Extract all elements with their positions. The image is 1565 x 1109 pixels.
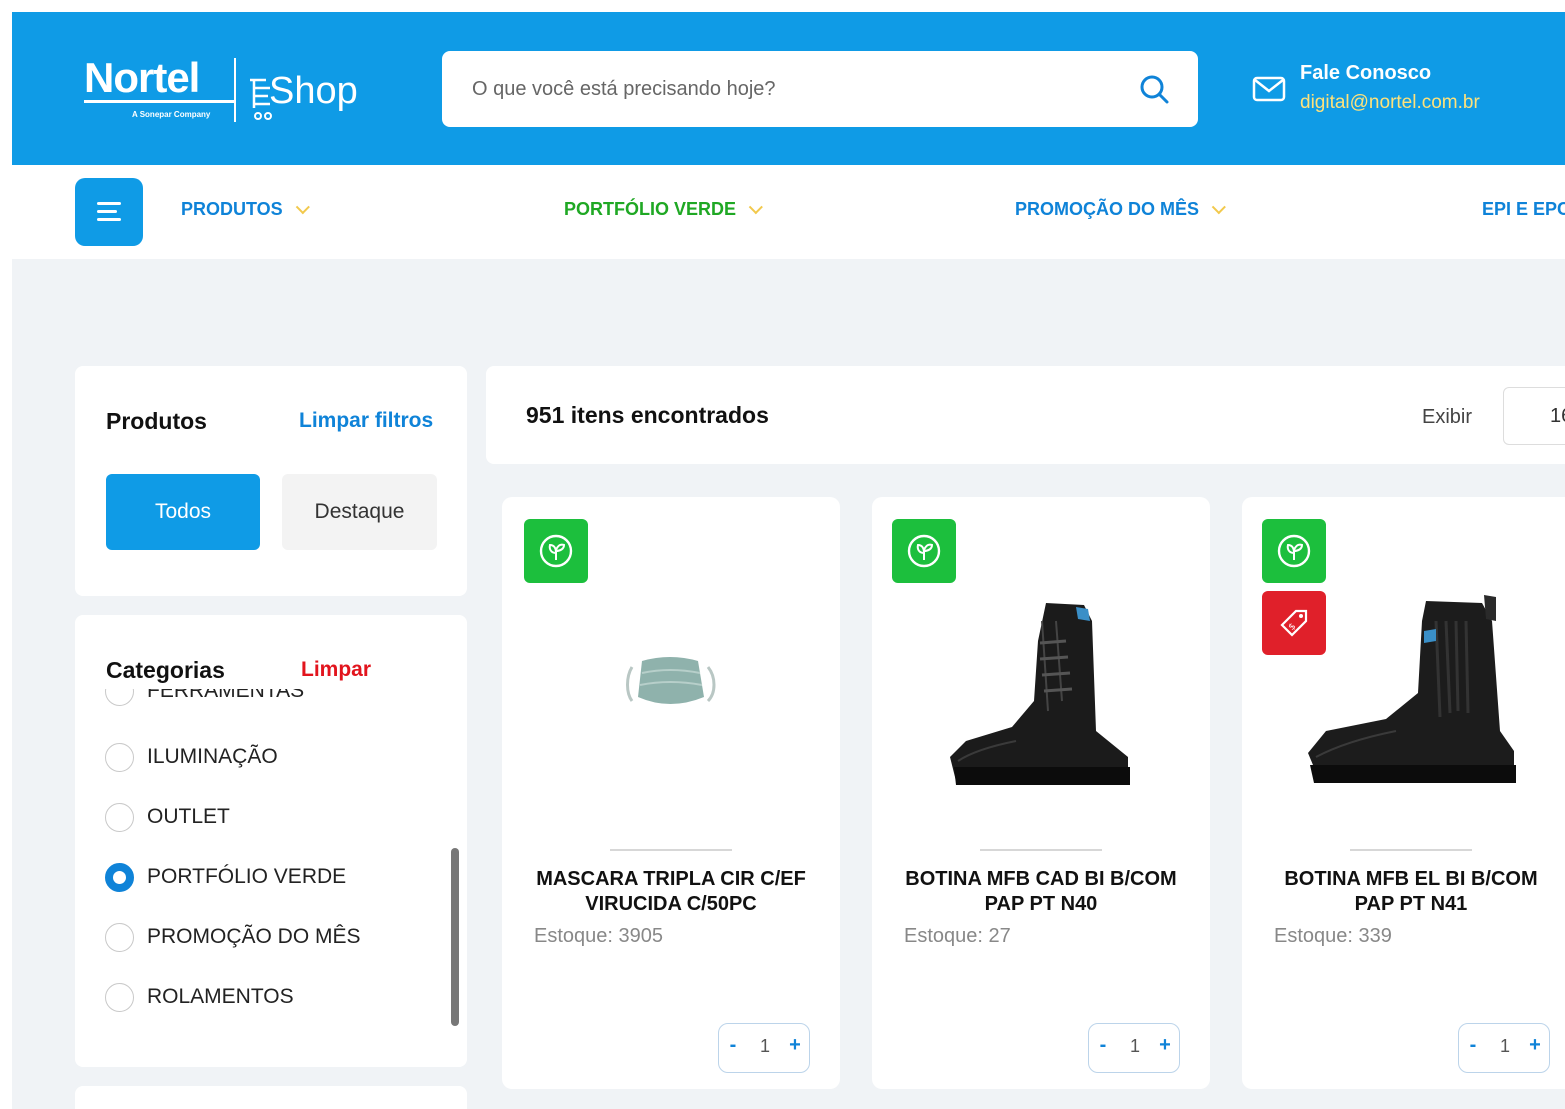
nav-item-produtos[interactable]: PRODUTOS — [181, 199, 310, 220]
product-filter-panel: Produtos Limpar filtros Todos Destaque — [75, 366, 467, 596]
face-mask-image — [626, 657, 716, 704]
nav-item-promocao-do-mes[interactable]: PROMOÇÃO DO MÊS — [1015, 199, 1226, 220]
leaf-icon — [907, 534, 941, 568]
green-portfolio-badge — [524, 519, 588, 583]
results-bar: 951 itens encontrados Exibir 16 — [486, 366, 1565, 464]
chevron-down-icon — [748, 200, 763, 215]
decrease-quantity-button[interactable]: - — [1463, 1034, 1483, 1062]
menu-bar — [97, 202, 121, 205]
leaf-icon — [1277, 534, 1311, 568]
category-label: PROMOÇÃO DO MÊS — [147, 925, 361, 948]
decrease-quantity-button[interactable]: - — [723, 1034, 743, 1062]
category-list: FERRAMENTAS ILUMINAÇÃO OUTLET PORTFÓLIO … — [105, 689, 465, 1047]
quantity-value[interactable]: 1 — [1123, 1036, 1147, 1057]
menu-bar — [97, 218, 121, 221]
chevron-down-icon — [295, 200, 310, 215]
quantity-value[interactable]: 1 — [1493, 1036, 1517, 1057]
category-item-rolamentos[interactable]: ROLAMENTOS — [105, 977, 445, 1017]
page-frame: Nortel A Sonepar Company Shop Fale — [12, 12, 1565, 1109]
logo-divider — [234, 58, 236, 122]
nav-item-portfolio-verde[interactable]: PORTFÓLIO VERDE — [564, 199, 763, 220]
product-stock: Estoque: 27 — [904, 925, 1011, 947]
nav-item-epi-e-epc[interactable]: EPI E EPC — [1482, 199, 1565, 220]
next-filter-panel — [75, 1086, 467, 1109]
segment-todos-button[interactable]: Todos — [106, 474, 260, 550]
card-divider — [610, 849, 732, 851]
card-divider — [1350, 849, 1472, 851]
quantity-value[interactable]: 1 — [753, 1036, 777, 1057]
category-item-outlet[interactable]: OUTLET — [105, 797, 445, 837]
radio-button[interactable] — [105, 983, 134, 1012]
product-name[interactable]: MASCARA TRIPLA CIR C/EF VIRUCIDA C/50PC — [522, 867, 820, 917]
contact-title: Fale Conosco — [1300, 62, 1432, 84]
radio-button[interactable] — [105, 743, 134, 772]
radio-button-selected[interactable] — [105, 863, 134, 892]
results-count: 951 itens encontrados — [526, 402, 769, 428]
mail-icon — [1252, 76, 1286, 102]
nav-label: PRODUTOS — [181, 199, 283, 219]
product-stock: Estoque: 3905 — [534, 925, 663, 947]
clear-filters-link[interactable]: Limpar filtros — [299, 409, 433, 433]
search-input[interactable] — [472, 51, 1112, 127]
radio-button[interactable] — [105, 923, 134, 952]
nav-label: PORTFÓLIO VERDE — [564, 199, 737, 219]
categories-title: Categorias — [106, 657, 225, 683]
main-nav: PRODUTOS PORTFÓLIO VERDE PROMOÇÃO DO MÊS… — [12, 165, 1565, 259]
quantity-stepper: - 1 + — [718, 1023, 810, 1073]
product-name[interactable]: BOTINA MFB CAD BI B/COM PAP PT N40 — [892, 867, 1190, 917]
category-label: OUTLET — [147, 805, 230, 828]
per-page-label: Exibir — [1422, 406, 1473, 428]
segment-destaque-button[interactable]: Destaque — [282, 474, 437, 550]
clear-categories-link[interactable]: Limpar — [301, 658, 371, 682]
logo-tagline: A Sonepar Company — [132, 110, 211, 119]
product-card[interactable]: BOTINA MFB CAD BI B/COM PAP PT N40 Estoq… — [872, 497, 1210, 1089]
category-item-iluminacao[interactable]: ILUMINAÇÃO — [105, 737, 445, 777]
contact-email-link[interactable]: digital@nortel.com.br — [1300, 92, 1480, 114]
category-label: ILUMINAÇÃO — [147, 745, 278, 768]
nav-label: EPI E EPC — [1482, 199, 1565, 219]
logo-shop-text: Shop — [269, 70, 358, 112]
radio-button[interactable] — [105, 689, 134, 706]
category-item-ferramentas[interactable]: FERRAMENTAS — [105, 689, 445, 711]
green-portfolio-badge — [1262, 519, 1326, 583]
product-card[interactable]: $ BOTINA MFB EL BI B/COM PAP PT N41 Esto… — [1242, 497, 1565, 1089]
green-portfolio-badge — [892, 519, 956, 583]
category-label: PORTFÓLIO VERDE — [147, 865, 347, 888]
search-box — [442, 51, 1198, 127]
contact-block[interactable]: Fale Conosco digital@nortel.com.br — [1252, 60, 1552, 120]
decrease-quantity-button[interactable]: - — [1093, 1034, 1113, 1062]
product-card[interactable]: MASCARA TRIPLA CIR C/EF VIRUCIDA C/50PC … — [502, 497, 840, 1089]
quantity-stepper: - 1 + — [1088, 1023, 1180, 1073]
category-label: FERRAMENTAS — [147, 689, 305, 702]
search-icon[interactable] — [1138, 73, 1170, 105]
leaf-icon — [539, 534, 573, 568]
safety-boot-image — [1308, 595, 1516, 783]
per-page-select[interactable]: 16 — [1503, 387, 1565, 445]
radio-button[interactable] — [105, 803, 134, 832]
top-header: Nortel A Sonepar Company Shop Fale — [12, 12, 1565, 165]
increase-quantity-button[interactable]: + — [1155, 1034, 1175, 1062]
category-item-promocao-do-mes[interactable]: PROMOÇÃO DO MÊS — [105, 917, 445, 957]
logo-underline — [84, 100, 234, 103]
product-name[interactable]: BOTINA MFB EL BI B/COM PAP PT N41 — [1262, 867, 1560, 917]
category-label: ROLAMENTOS — [147, 985, 294, 1008]
category-scrollbar[interactable] — [451, 848, 459, 1026]
nav-label: PROMOÇÃO DO MÊS — [1015, 199, 1200, 219]
filter-title: Produtos — [106, 408, 207, 434]
increase-quantity-button[interactable]: + — [785, 1034, 805, 1062]
safety-boot-image — [950, 603, 1130, 785]
chevron-down-icon — [1211, 200, 1226, 215]
logo-brand-text: Nortel — [84, 54, 200, 101]
category-item-portfolio-verde[interactable]: PORTFÓLIO VERDE — [105, 857, 445, 897]
hamburger-menu-button[interactable] — [75, 178, 143, 246]
card-divider — [980, 849, 1102, 851]
increase-quantity-button[interactable]: + — [1525, 1034, 1545, 1062]
menu-bar — [97, 210, 117, 213]
quantity-stepper: - 1 + — [1458, 1023, 1550, 1073]
nortel-eshop-logo[interactable]: Nortel A Sonepar Company Shop — [84, 54, 384, 132]
product-stock: Estoque: 339 — [1274, 925, 1392, 947]
categories-panel: Categorias Limpar FERRAMENTAS ILUMINAÇÃO… — [75, 615, 467, 1067]
